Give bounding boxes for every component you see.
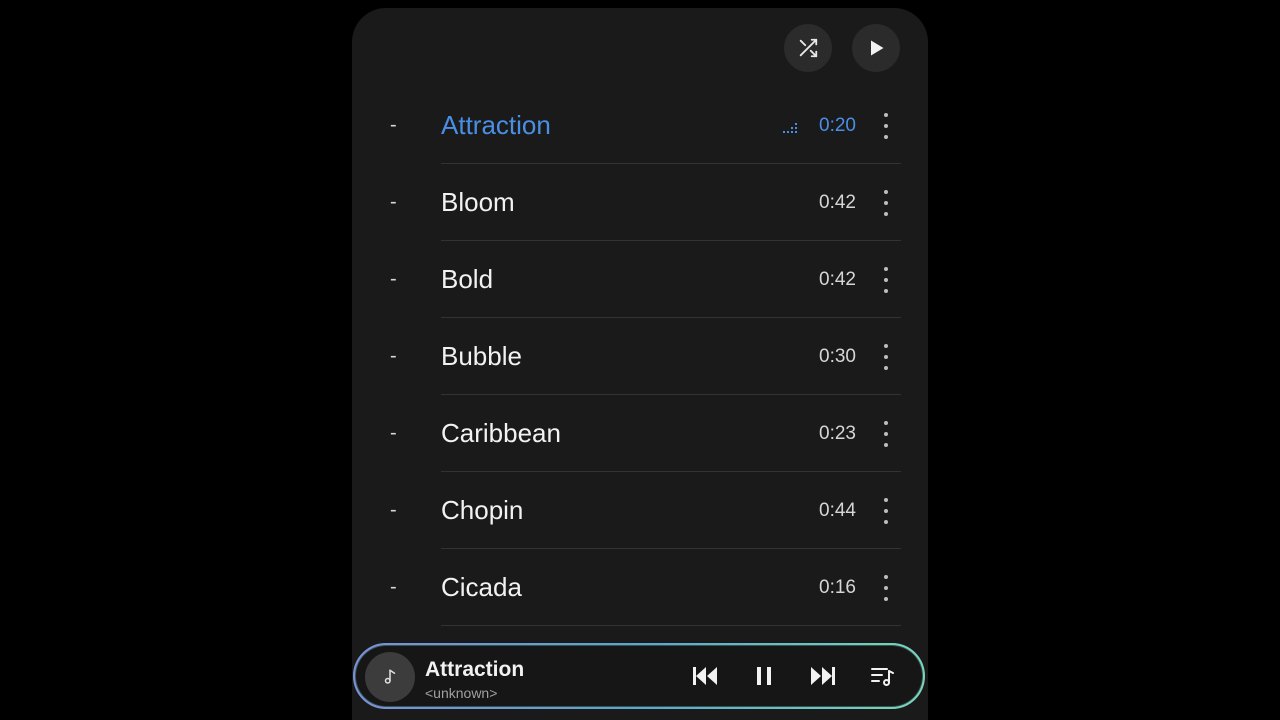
more-options-icon[interactable] xyxy=(878,575,894,601)
track-index-marker: - xyxy=(390,114,397,136)
next-button[interactable] xyxy=(810,663,836,689)
track-duration: 0:20 xyxy=(819,115,856,136)
track-row-chopin[interactable]: - Chopin 0:44 xyxy=(352,472,928,549)
track-index-marker: - xyxy=(390,422,397,444)
track-row-cicada[interactable]: - Cicada 0:16 xyxy=(352,549,928,626)
queue-button[interactable] xyxy=(869,663,895,689)
track-row-caribbean[interactable]: - Caribbean 0:23 xyxy=(352,395,928,472)
track-duration: 0:42 xyxy=(819,269,856,290)
top-actions xyxy=(784,24,900,72)
more-options-icon[interactable] xyxy=(878,344,894,370)
track-title: Bloom xyxy=(441,187,515,217)
track-index-marker: - xyxy=(390,191,397,213)
track-duration: 0:42 xyxy=(819,192,856,213)
track-row-bloom[interactable]: - Bloom 0:42 xyxy=(352,164,928,241)
track-title: Bubble xyxy=(441,341,522,371)
play-all-button[interactable] xyxy=(852,24,900,72)
track-duration: 0:16 xyxy=(819,577,856,598)
track-duration: 0:23 xyxy=(819,423,856,444)
track-index-marker: - xyxy=(390,576,397,598)
pause-button[interactable] xyxy=(751,663,777,689)
play-icon xyxy=(871,40,884,56)
track-duration: 0:44 xyxy=(819,500,856,521)
track-title: Caribbean xyxy=(441,418,561,448)
pause-icon xyxy=(757,667,771,685)
shuffle-icon xyxy=(799,38,818,58)
skip-previous-icon xyxy=(693,667,717,685)
track-index-marker: - xyxy=(390,499,397,521)
playlist-icon xyxy=(871,668,894,686)
track-index-marker: - xyxy=(390,345,397,367)
shuffle-button[interactable] xyxy=(784,24,832,72)
previous-button[interactable] xyxy=(692,663,718,689)
more-options-icon[interactable] xyxy=(878,113,894,139)
track-title: Chopin xyxy=(441,495,524,525)
track-index-marker: - xyxy=(390,268,397,290)
album-art[interactable] xyxy=(365,652,415,702)
mini-player[interactable]: Attraction <unknown> xyxy=(353,643,925,709)
more-options-icon[interactable] xyxy=(878,190,894,216)
track-row-bold[interactable]: - Bold 0:42 xyxy=(352,241,928,318)
music-list-panel: - Attraction 0:20 - Bloom 0:42 - Bold 0:… xyxy=(352,8,928,720)
track-title: Cicada xyxy=(441,572,522,602)
track-list: - Attraction 0:20 - Bloom 0:42 - Bold 0:… xyxy=(352,87,928,626)
track-title: Attraction xyxy=(441,110,551,140)
more-options-icon[interactable] xyxy=(878,498,894,524)
more-options-icon[interactable] xyxy=(878,421,894,447)
now-playing-title: Attraction xyxy=(425,658,525,681)
track-duration: 0:30 xyxy=(819,346,856,367)
skip-next-icon xyxy=(811,667,835,685)
now-playing-equalizer-icon xyxy=(783,123,797,133)
track-row-bubble[interactable]: - Bubble 0:30 xyxy=(352,318,928,395)
now-playing-artist: <unknown> xyxy=(425,685,498,701)
more-options-icon[interactable] xyxy=(878,267,894,293)
track-title: Bold xyxy=(441,264,494,294)
row-divider xyxy=(441,625,901,626)
track-row-attraction[interactable]: - Attraction 0:20 xyxy=(352,87,928,164)
playback-controls xyxy=(692,645,895,707)
music-note-icon xyxy=(384,669,396,684)
